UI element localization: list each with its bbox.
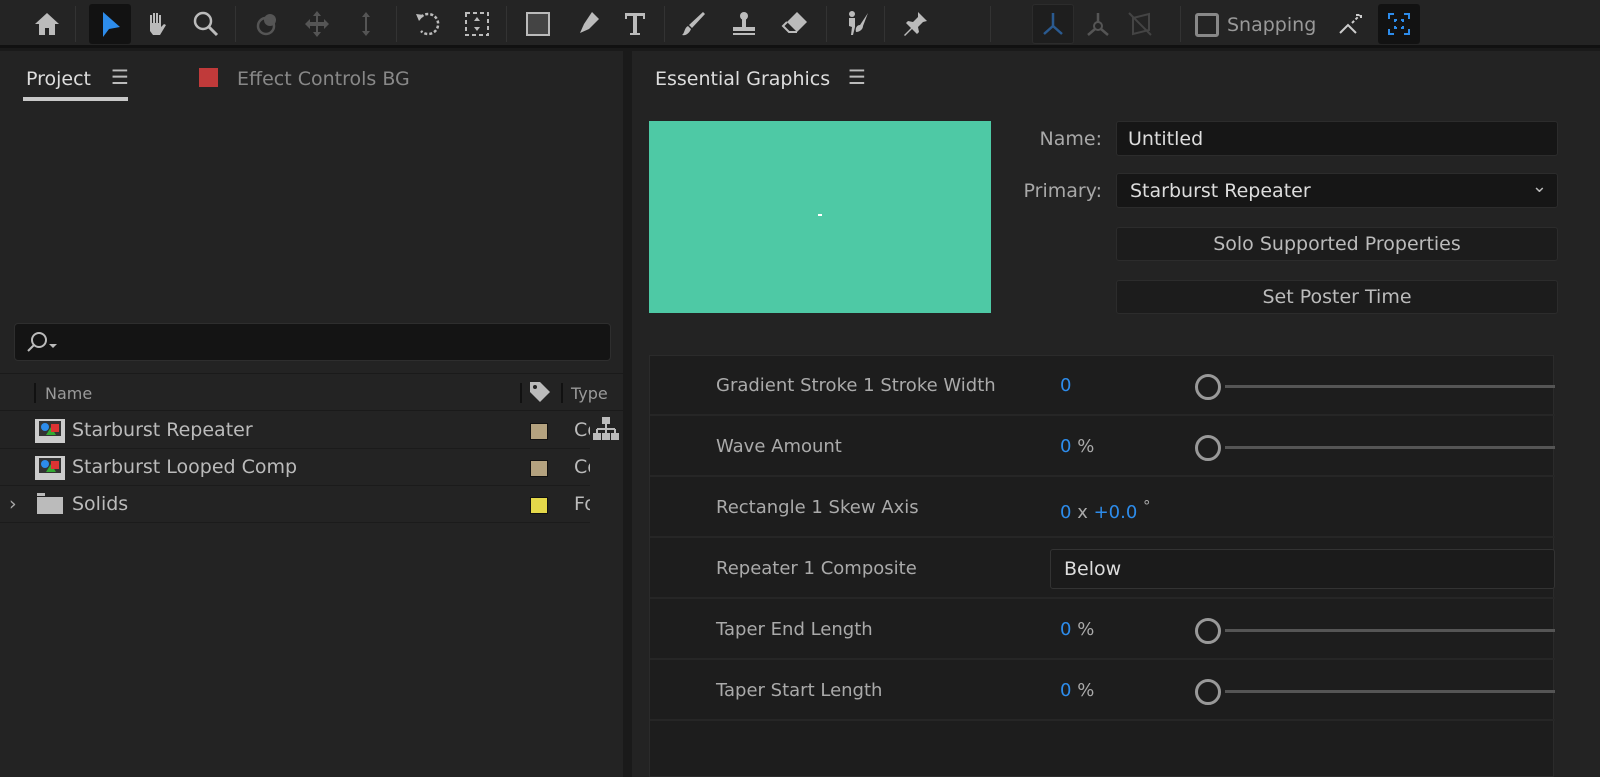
hand-icon[interactable] — [136, 4, 178, 44]
tab-effect-controls[interactable]: Effect Controls BG — [237, 68, 410, 90]
project-column-header: Name Type — [0, 373, 623, 411]
item-name: Starburst Repeater — [72, 419, 253, 441]
brush-icon[interactable] — [672, 4, 714, 44]
composition-icon — [35, 456, 65, 480]
pin-icon[interactable] — [894, 4, 936, 44]
property-unit: % — [1077, 619, 1095, 640]
slider-handle[interactable] — [1195, 679, 1221, 705]
snapping-checkbox[interactable] — [1195, 13, 1219, 37]
property-value[interactable]: 0 — [1060, 680, 1071, 701]
composition-icon — [35, 419, 65, 443]
property-value[interactable]: 0 — [1060, 436, 1071, 457]
item-type: Fo — [574, 493, 590, 515]
property-unit: % — [1077, 436, 1095, 457]
slider-track[interactable] — [1225, 385, 1555, 388]
world-axis-icon[interactable] — [1077, 4, 1119, 44]
expand-chevron-icon[interactable]: › — [9, 493, 17, 515]
name-input[interactable]: Untitled — [1116, 121, 1558, 156]
slider-track[interactable] — [1225, 629, 1555, 632]
home-icon[interactable] — [26, 4, 68, 44]
property-row: Wave Amount 0 % — [650, 417, 1555, 477]
slider-handle[interactable] — [1195, 374, 1221, 400]
list-item[interactable]: Starburst Looped Comp Co — [0, 449, 590, 486]
active-tab-indicator — [23, 97, 128, 101]
property-name: Wave Amount — [716, 436, 842, 457]
eraser-icon[interactable] — [774, 4, 816, 44]
pan-icon[interactable] — [296, 4, 338, 44]
label-color-swatch[interactable] — [530, 497, 548, 514]
panel-title[interactable]: Essential Graphics — [655, 68, 830, 90]
property-unit: % — [1077, 680, 1095, 701]
flowchart-icon[interactable] — [593, 416, 619, 442]
panel-menu-icon[interactable]: ☰ — [111, 65, 129, 89]
property-name: Taper End Length — [716, 619, 873, 640]
rectangle-icon[interactable] — [517, 4, 559, 44]
slider-handle[interactable] — [1195, 435, 1221, 461]
property-row: Gradient Stroke 1 Stroke Width 0 — [650, 356, 1555, 416]
puppet-icon[interactable] — [836, 4, 878, 44]
local-axis-icon[interactable] — [1032, 4, 1074, 44]
column-name[interactable]: Name — [45, 384, 92, 403]
label-tag-icon[interactable] — [528, 380, 552, 404]
effect-controls-color-swatch — [199, 68, 218, 87]
property-separator: x — [1077, 502, 1088, 523]
list-item[interactable]: › Solids Fo — [0, 486, 590, 523]
dolly-icon[interactable] — [345, 4, 387, 44]
property-value-revolutions[interactable]: 0 — [1060, 502, 1071, 523]
property-row: Taper Start Length 0 % — [650, 661, 1555, 721]
property-value[interactable]: 0 — [1060, 619, 1071, 640]
snapping-label: Snapping — [1227, 14, 1317, 36]
type-icon[interactable] — [614, 4, 656, 44]
item-name: Starburst Looped Comp — [72, 456, 298, 478]
property-name: Rectangle 1 Skew Axis — [716, 497, 919, 518]
property-name: Taper Start Length — [716, 680, 883, 701]
list-item[interactable]: Starburst Repeater Co — [0, 412, 590, 449]
toolbar: Snapping — [0, 0, 1600, 48]
properties-list: Gradient Stroke 1 Stroke Width 0 Wave Am… — [649, 355, 1555, 777]
rotate-icon[interactable] — [407, 4, 449, 44]
primary-value: Starburst Repeater — [1130, 180, 1311, 202]
pen-icon[interactable] — [566, 4, 608, 44]
project-search-input[interactable] — [14, 323, 611, 361]
tab-project[interactable]: Project — [26, 68, 91, 90]
column-type[interactable]: Type — [571, 384, 608, 403]
folder-icon — [37, 493, 63, 514]
slider-track[interactable] — [1225, 690, 1555, 693]
label-color-swatch[interactable] — [530, 460, 548, 477]
property-row: Taper End Length 0 % — [650, 600, 1555, 660]
item-type: Co — [574, 456, 590, 478]
item-type: Co — [574, 419, 590, 441]
property-name: Gradient Stroke 1 Stroke Width — [716, 375, 996, 396]
chevron-down-icon: ⌄ — [1531, 176, 1547, 197]
project-panel: Project ☰ Effect Controls BG Name Type S… — [0, 51, 623, 777]
property-row: Repeater 1 Composite Below — [650, 539, 1555, 599]
zoom-icon[interactable] — [185, 4, 227, 44]
mask-feather-icon[interactable] — [1378, 4, 1420, 44]
name-label: Name: — [1039, 128, 1102, 150]
slider-track[interactable] — [1225, 446, 1555, 449]
property-name: Repeater 1 Composite — [716, 558, 917, 579]
composite-dropdown[interactable]: Below — [1050, 549, 1555, 589]
snapping-options-icon[interactable] — [1330, 4, 1372, 44]
stamp-icon[interactable] — [723, 4, 765, 44]
item-name: Solids — [72, 493, 129, 515]
property-value-degrees[interactable]: +0.0 — [1094, 502, 1138, 523]
poster-preview — [649, 121, 991, 313]
primary-label: Primary: — [1023, 180, 1102, 202]
label-color-swatch[interactable] — [530, 423, 548, 440]
property-row: Rectangle 1 Skew Axis 0 x +0.0 ° — [650, 478, 1555, 538]
set-poster-time-button[interactable]: Set Poster Time — [1116, 280, 1558, 314]
selection-icon[interactable] — [89, 4, 131, 44]
primary-dropdown[interactable]: Starburst Repeater ⌄ — [1116, 173, 1558, 208]
property-unit: ° — [1143, 497, 1151, 515]
orbit-icon[interactable] — [247, 4, 289, 44]
slider-handle[interactable] — [1195, 618, 1221, 644]
search-icon — [27, 332, 57, 352]
anchor-icon[interactable] — [456, 4, 498, 44]
panel-menu-icon[interactable]: ☰ — [848, 65, 866, 89]
solo-supported-properties-button[interactable]: Solo Supported Properties — [1116, 227, 1558, 261]
property-value[interactable]: 0 — [1060, 375, 1071, 396]
view-axis-icon[interactable] — [1119, 4, 1161, 44]
